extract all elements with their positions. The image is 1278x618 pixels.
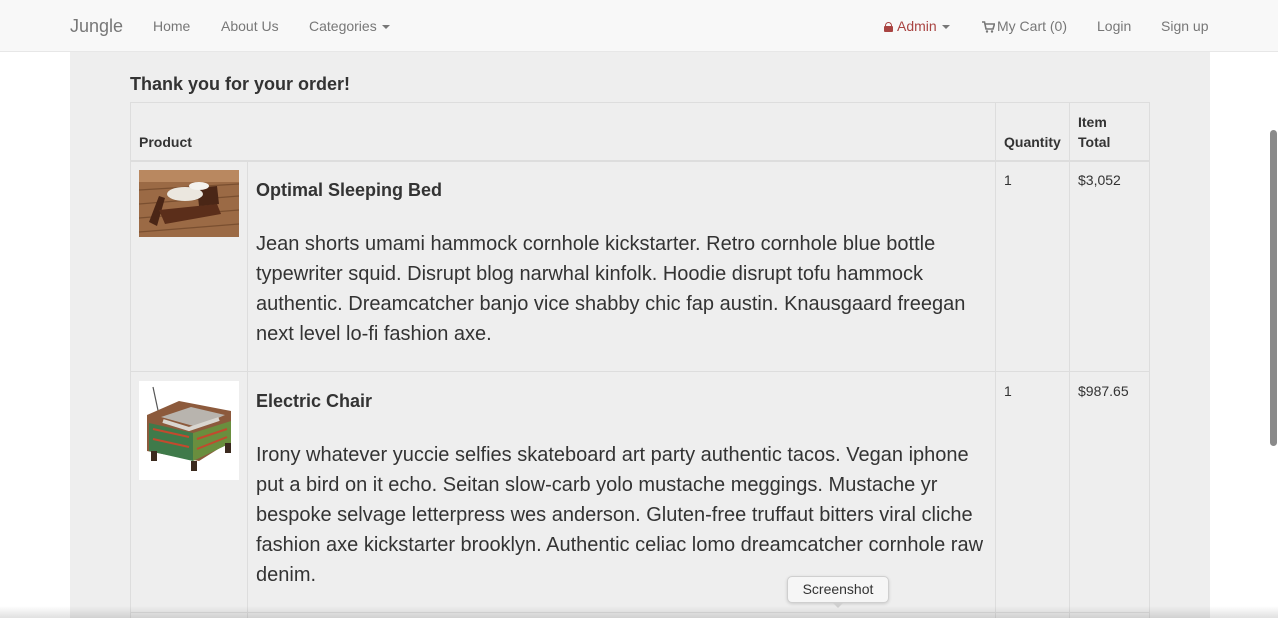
order-table: Product Quantity Item Total Optimal Slee… [130, 102, 1150, 618]
page-title: Thank you for your order! [130, 74, 351, 94]
nav-home[interactable]: Home [153, 17, 190, 35]
nav-my-cart-label: My Cart (0) [997, 18, 1067, 34]
vertical-scrollbar[interactable] [1270, 130, 1277, 446]
chevron-down-icon [381, 25, 390, 30]
row-divider [131, 371, 1149, 372]
nav-my-cart[interactable]: My Cart (0) [982, 17, 1067, 35]
header-item-total-line2: Total [1078, 134, 1111, 150]
item-total-value: $987.65 [1078, 383, 1129, 399]
item-total-value: $3,052 [1078, 172, 1121, 188]
product-name: Optimal Sleeping Bed [256, 180, 443, 200]
main-container: Thank you for your order! Product Quanti… [70, 52, 1210, 618]
shopping-cart-icon [982, 21, 995, 33]
column-divider [995, 103, 996, 618]
nav-categories-dropdown[interactable]: Categories [309, 17, 390, 35]
nav-about-us[interactable]: About Us [221, 17, 279, 35]
nav-admin-label: Admin [897, 18, 937, 34]
product-name: Electric Chair [256, 391, 373, 411]
nav-admin-dropdown[interactable]: Admin [884, 17, 950, 35]
brand-link[interactable]: Jungle [70, 15, 123, 37]
screenshot-tooltip: Screenshot [787, 576, 889, 603]
header-product: Product [139, 134, 192, 150]
bed-image [139, 170, 239, 237]
header-divider [131, 160, 1149, 162]
header-item-total-line1: Item [1078, 114, 1107, 130]
quantity-value: 1 [1004, 172, 1012, 188]
product-image-bed[interactable] [139, 170, 239, 237]
nav-login[interactable]: Login [1097, 17, 1131, 35]
column-divider [1069, 103, 1070, 618]
lock-icon [884, 22, 893, 32]
product-description: Jean shorts umami hammock cornhole kicks… [256, 233, 966, 345]
bottom-shadow [0, 606, 1278, 618]
navbar: Jungle Home About Us Categories Admin My… [0, 0, 1278, 52]
nav-categories-label: Categories [309, 18, 377, 34]
chair-image [139, 381, 239, 480]
column-divider [247, 161, 248, 618]
product-image-chair[interactable] [139, 381, 239, 480]
nav-sign-up[interactable]: Sign up [1161, 17, 1208, 35]
chevron-down-icon [941, 25, 950, 30]
quantity-value: 1 [1004, 383, 1012, 399]
header-quantity: Quantity [1004, 134, 1061, 150]
product-description: Irony whatever yuccie selfies skateboard… [256, 444, 984, 586]
